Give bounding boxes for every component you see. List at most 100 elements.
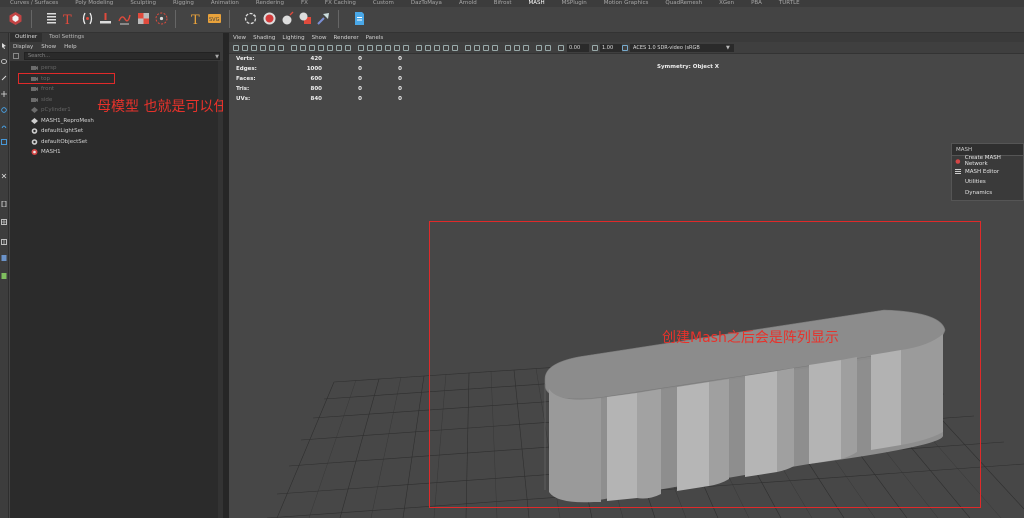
xray-joints-icon[interactable] xyxy=(492,45,498,51)
menu-renderer[interactable]: Renderer xyxy=(333,35,358,41)
distribute-icon[interactable] xyxy=(44,11,59,26)
close-icon[interactable] xyxy=(1,173,7,179)
shelf-tab[interactable]: Motion Graphics xyxy=(604,0,649,7)
menu-item-utilities[interactable]: Utilities xyxy=(952,177,1023,188)
outliner-item[interactable]: defaultLightSet xyxy=(10,126,223,137)
exposure-field[interactable]: 0.00 xyxy=(567,44,589,52)
use-all-lights-icon[interactable] xyxy=(514,45,520,51)
two-d-pan-icon[interactable] xyxy=(269,45,275,51)
mash-network-icon[interactable] xyxy=(8,11,23,26)
shelf-tab[interactable]: XGen xyxy=(719,0,734,7)
anti-alias-icon[interactable] xyxy=(443,45,449,51)
menu-help[interactable]: Help xyxy=(64,44,77,50)
safe-action-icon[interactable] xyxy=(336,45,342,51)
layout-four-icon[interactable] xyxy=(1,219,7,225)
xray-icon[interactable] xyxy=(474,45,480,51)
drop-node-icon[interactable] xyxy=(98,11,113,26)
isolate-select-icon[interactable] xyxy=(465,45,471,51)
shelf-tab[interactable]: QuadRemesh xyxy=(665,0,702,7)
rotate-tool-icon[interactable] xyxy=(1,107,7,113)
safe-title-icon[interactable] xyxy=(345,45,351,51)
menu-item-dynamics[interactable]: Dynamics xyxy=(952,188,1023,199)
shelf-tab[interactable]: Sculpting xyxy=(130,0,156,7)
bookmark-icon[interactable] xyxy=(251,45,257,51)
svg-node-icon[interactable]: SVG xyxy=(207,11,222,26)
menu-lighting[interactable]: Lighting xyxy=(282,35,304,41)
exposure-icon[interactable] xyxy=(558,45,564,51)
shelf-tab[interactable]: DazToMaya xyxy=(411,0,442,7)
scatter-node-icon[interactable] xyxy=(117,11,132,26)
default-material-icon[interactable] xyxy=(376,45,382,51)
menu-view[interactable]: View xyxy=(233,35,246,41)
outliner-item[interactable]: front xyxy=(10,84,223,95)
shelf-tab[interactable]: Rendering xyxy=(256,0,284,7)
bracket-node-icon[interactable] xyxy=(80,11,95,26)
shapes-node-icon[interactable] xyxy=(298,11,313,26)
outliner-item[interactable]: persp xyxy=(10,63,223,74)
last-tool-icon[interactable] xyxy=(1,139,7,145)
tab-outliner[interactable]: Outliner xyxy=(10,33,43,42)
shelf-tab[interactable]: Rigging xyxy=(173,0,194,7)
layout-outliner-icon[interactable] xyxy=(1,255,7,261)
shelf-tab[interactable]: Custom xyxy=(373,0,394,7)
menu-show[interactable]: Show xyxy=(41,44,56,50)
menu-shading[interactable]: Shading xyxy=(253,35,275,41)
shelf-tab[interactable]: FX Caching xyxy=(325,0,356,7)
image-plane-icon[interactable] xyxy=(260,45,266,51)
random-node-icon[interactable] xyxy=(136,11,151,26)
menu-panels[interactable]: Panels xyxy=(366,35,384,41)
color-space-select[interactable]: ACES 1.0 SDR-video (sRGB xyxy=(630,44,734,52)
screen-space-icon[interactable] xyxy=(523,45,529,51)
menu-show[interactable]: Show xyxy=(312,35,327,41)
shelf-tab[interactable]: Arnold xyxy=(459,0,477,7)
resolution-gate-icon[interactable] xyxy=(309,45,315,51)
grid-toggle-icon[interactable] xyxy=(291,45,297,51)
bomb-node-icon[interactable] xyxy=(280,11,295,26)
wireframe-on-shaded-icon[interactable] xyxy=(385,45,391,51)
ambient-occlusion-icon[interactable] xyxy=(425,45,431,51)
motion-blur-icon[interactable] xyxy=(434,45,440,51)
menu-item-mash-editor[interactable]: MASH Editor xyxy=(952,167,1023,178)
shelf-tab[interactable]: Curves / Surfaces xyxy=(10,0,58,7)
record-node-icon[interactable] xyxy=(262,11,277,26)
filter-icon[interactable] xyxy=(13,53,19,59)
outliner-item[interactable]: MASH1 xyxy=(10,147,223,158)
tab-tool-settings[interactable]: Tool Settings xyxy=(44,33,89,42)
chevron-down-icon[interactable]: ▼ xyxy=(215,54,219,60)
python-script-icon[interactable] xyxy=(352,11,367,26)
layout-two-icon[interactable] xyxy=(1,239,7,245)
shelf-tab[interactable]: Bifrost xyxy=(494,0,512,7)
field-chart-icon[interactable] xyxy=(327,45,333,51)
film-gate-icon[interactable] xyxy=(300,45,306,51)
color-management-icon[interactable] xyxy=(622,45,628,51)
shelf-tab[interactable]: MSPlugin xyxy=(562,0,587,7)
paint-select-icon[interactable] xyxy=(1,75,7,81)
gamma-icon[interactable] xyxy=(592,45,598,51)
shelf-tab-mash[interactable]: MASH xyxy=(529,0,545,7)
grease-pencil-icon[interactable] xyxy=(278,45,284,51)
wireframe-icon[interactable] xyxy=(358,45,364,51)
hud-toggle-icon[interactable] xyxy=(536,45,542,51)
type-node-icon[interactable]: T xyxy=(189,11,204,26)
shadows-icon[interactable] xyxy=(416,45,422,51)
shelf-tab[interactable]: Animation xyxy=(211,0,239,7)
depth-of-field-icon[interactable] xyxy=(452,45,458,51)
spin-node-icon[interactable] xyxy=(243,11,258,26)
outliner-item[interactable]: MASH1_ReproMesh xyxy=(10,116,223,127)
layout-graph-icon[interactable] xyxy=(1,273,7,279)
scale-tool-icon[interactable] xyxy=(1,123,7,129)
move-tool-icon[interactable] xyxy=(1,91,7,97)
gate-mask-icon[interactable] xyxy=(318,45,324,51)
backface-culling-icon[interactable] xyxy=(505,45,511,51)
layout-single-icon[interactable] xyxy=(1,201,7,207)
smooth-shade-icon[interactable] xyxy=(367,45,373,51)
camera-select-icon[interactable] xyxy=(233,45,239,51)
search-input[interactable]: Search... xyxy=(24,52,220,60)
playblast-icon[interactable] xyxy=(545,45,551,51)
text-node-icon[interactable]: T xyxy=(61,11,76,26)
broom-node-icon[interactable] xyxy=(316,11,331,26)
gamma-field[interactable]: 1.00 xyxy=(600,44,622,52)
xray-active-icon[interactable] xyxy=(483,45,489,51)
lights-icon[interactable] xyxy=(403,45,409,51)
shelf-tab[interactable]: TURTLE xyxy=(779,0,800,7)
